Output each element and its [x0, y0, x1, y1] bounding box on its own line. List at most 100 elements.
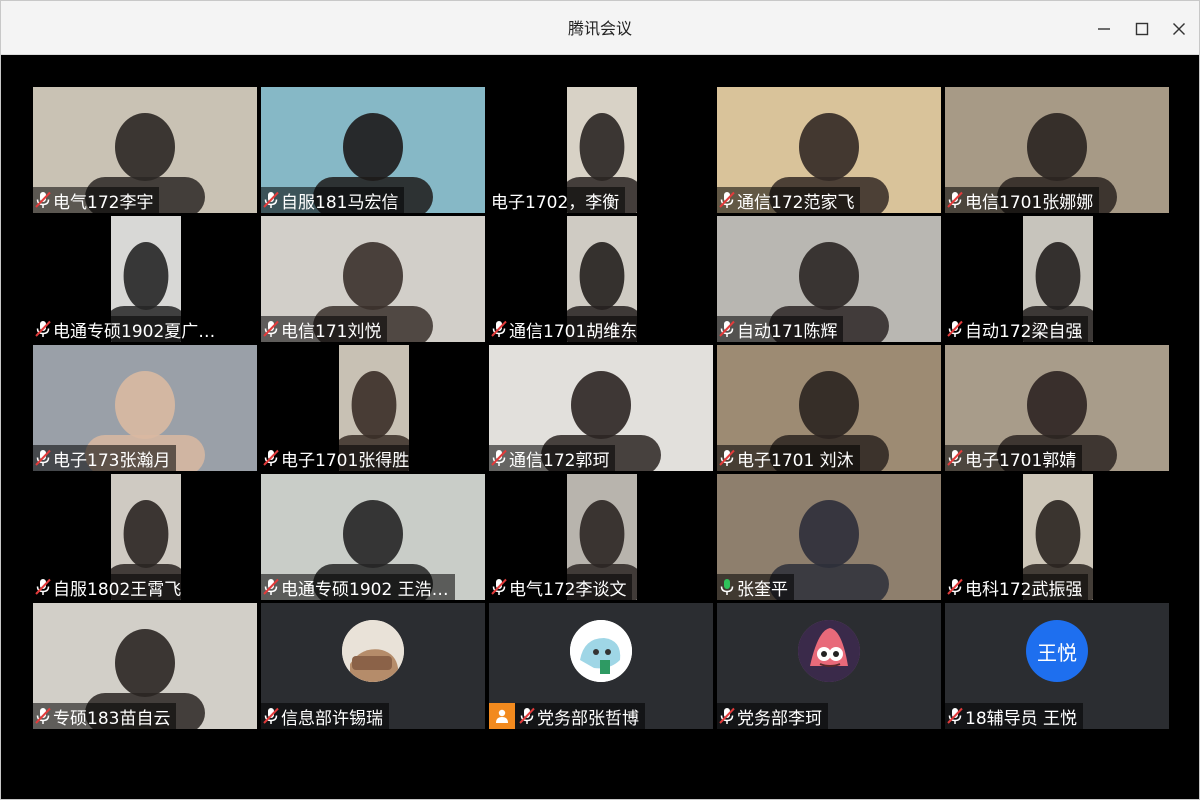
participant-tile[interactable]: 信息部许锡瑞 [261, 603, 485, 729]
participant-tile[interactable]: 电子173张瀚月 [33, 345, 257, 471]
participant-tile[interactable]: 电子1701郭婧 [945, 345, 1169, 471]
host-badge-icon [489, 703, 515, 729]
participant-tile[interactable]: 电子1702，李衡 [489, 87, 713, 213]
participant-name-label: 张奎平 [717, 574, 794, 600]
participant-tile[interactable]: 电子1701张得胜 [261, 345, 485, 471]
avatar-initials: 王悦 [1037, 640, 1077, 665]
participant-tile[interactable]: 电气172李宇 [33, 87, 257, 213]
mic-muted-icon [719, 191, 735, 208]
participant-name-label: 电科172武振强 [945, 574, 1089, 600]
participant-name: 电气172李谈文 [509, 579, 627, 600]
participant-name: 党务部李珂 [737, 708, 822, 729]
mic-muted-icon [35, 449, 51, 466]
participant-name-label: 电子173张瀚月 [33, 445, 177, 471]
participant-name-label: 电通专硕1902 王浩… [261, 574, 455, 600]
participant-name-label: 党务部李珂 [717, 703, 828, 729]
participant-name-label: 党务部张哲博 [489, 703, 645, 729]
mic-muted-icon [491, 578, 507, 595]
title-bar: 腾讯会议 [1, 1, 1199, 55]
participant-tile[interactable]: 电科172武振强 [945, 474, 1169, 600]
mic-muted-icon [719, 707, 735, 724]
participant-tile[interactable]: 张奎平 [717, 474, 941, 600]
participant-name-label: 18辅导员 王悦 [945, 703, 1084, 729]
participant-name-label: 电子1701郭婧 [945, 445, 1083, 471]
participant-name-label: 电信171刘悦 [261, 316, 388, 342]
participant-tile[interactable]: 党务部张哲博 [489, 603, 713, 729]
maximize-icon [1135, 22, 1149, 36]
mic-muted-icon [947, 191, 963, 208]
participant-name-label: 电气172李谈文 [489, 574, 633, 600]
participant-tile[interactable]: 电通专硕1902 王浩… [261, 474, 485, 600]
mic-muted-icon [35, 578, 51, 595]
participant-name: 电子1702，李衡 [491, 192, 620, 213]
avatar [798, 620, 860, 682]
participant-name: 电信171刘悦 [281, 321, 382, 342]
mic-active-icon [720, 579, 734, 595]
participant-name-label: 电通专硕1902夏广… [33, 316, 222, 342]
participant-name: 电子1701郭婧 [965, 450, 1077, 471]
participant-name: 自服181马宏信 [281, 192, 399, 213]
maximize-button[interactable] [1127, 14, 1157, 44]
mic-muted-icon [491, 449, 507, 466]
mic-muted-icon [491, 320, 507, 337]
participant-tile[interactable]: 电通专硕1902夏广… [33, 216, 257, 342]
participant-name-label: 信息部许锡瑞 [261, 703, 389, 729]
participant-name: 电气172李宇 [53, 192, 154, 213]
participant-name-label: 通信172范家飞 [717, 187, 861, 213]
participant-tile[interactable]: 自服181马宏信 [261, 87, 485, 213]
participant-tile[interactable]: 电信1701张娜娜 [945, 87, 1169, 213]
participant-name: 党务部张哲博 [537, 708, 639, 729]
participant-tile[interactable]: 电子1701 刘沐 [717, 345, 941, 471]
mic-muted-icon [947, 707, 963, 724]
participant-name-label: 专硕183苗自云 [33, 703, 177, 729]
participant-tile[interactable]: 专硕183苗自云 [33, 603, 257, 729]
mic-muted-icon [947, 578, 963, 595]
participant-tile[interactable]: 自服1802王霄飞 [33, 474, 257, 600]
mic-muted-icon [263, 320, 279, 337]
participant-tile[interactable]: 通信172郭珂 [489, 345, 713, 471]
participant-tile[interactable]: 通信1701胡维东 [489, 216, 713, 342]
participant-name: 电子1701张得胜 [281, 450, 410, 471]
participant-name-label: 电信1701张娜娜 [945, 187, 1100, 213]
mic-muted-icon [35, 191, 51, 208]
participant-name-label: 自动171陈辉 [717, 316, 844, 342]
video-stage: 电气172李宇 自服181马宏信 电子1702，李衡 通信172范家飞 电信1701张娜… [3, 55, 1197, 799]
participant-name-label: 电气172李宇 [33, 187, 160, 213]
participant-name-label: 自动172梁自强 [945, 316, 1089, 342]
mic-muted-icon [263, 707, 279, 724]
minimize-button[interactable] [1089, 14, 1119, 44]
participant-name: 通信1701胡维东 [509, 321, 638, 342]
mic-muted-icon [947, 449, 963, 466]
close-button[interactable] [1164, 14, 1194, 44]
mic-muted-icon [947, 320, 963, 337]
participant-tile[interactable]: 王悦 18辅导员 王悦 [945, 603, 1169, 729]
participant-tile[interactable]: 电气172李谈文 [489, 474, 713, 600]
participant-name-label: 电子1701 刘沐 [717, 445, 860, 471]
mic-muted-icon [263, 191, 279, 208]
participant-name: 18辅导员 王悦 [965, 708, 1078, 729]
participant-name-label: 电子1701张得胜 [261, 445, 416, 471]
participant-tile[interactable]: 电信171刘悦 [261, 216, 485, 342]
meeting-window: 腾讯会议 电气172李宇 自服181马宏信 电子1702，李衡 通信172范家飞 电信1… [0, 0, 1200, 800]
participant-name: 通信172范家飞 [737, 192, 855, 213]
mic-muted-icon [719, 449, 735, 466]
participant-tile[interactable]: 自动172梁自强 [945, 216, 1169, 342]
participant-tile[interactable]: 通信172范家飞 [717, 87, 941, 213]
participant-name-label: 电子1702，李衡 [489, 187, 626, 213]
participant-name-label: 通信1701胡维东 [489, 316, 644, 342]
mic-muted-icon [263, 449, 279, 466]
mic-muted-icon [719, 320, 735, 337]
mic-muted-icon [35, 707, 51, 724]
participant-name-label: 通信172郭珂 [489, 445, 616, 471]
participant-name: 电信1701张娜娜 [965, 192, 1094, 213]
participant-name: 张奎平 [737, 579, 788, 600]
participant-name: 自服1802王霄飞 [53, 579, 182, 600]
minimize-icon [1098, 28, 1110, 30]
avatar: 王悦 [1026, 620, 1088, 682]
participant-tile[interactable]: 党务部李珂 [717, 603, 941, 729]
participant-tile[interactable]: 自动171陈辉 [717, 216, 941, 342]
participant-name: 电子1701 刘沐 [737, 450, 854, 471]
participant-name-label: 自服181马宏信 [261, 187, 405, 213]
participant-name: 专硕183苗自云 [53, 708, 171, 729]
participant-name: 电科172武振强 [965, 579, 1083, 600]
